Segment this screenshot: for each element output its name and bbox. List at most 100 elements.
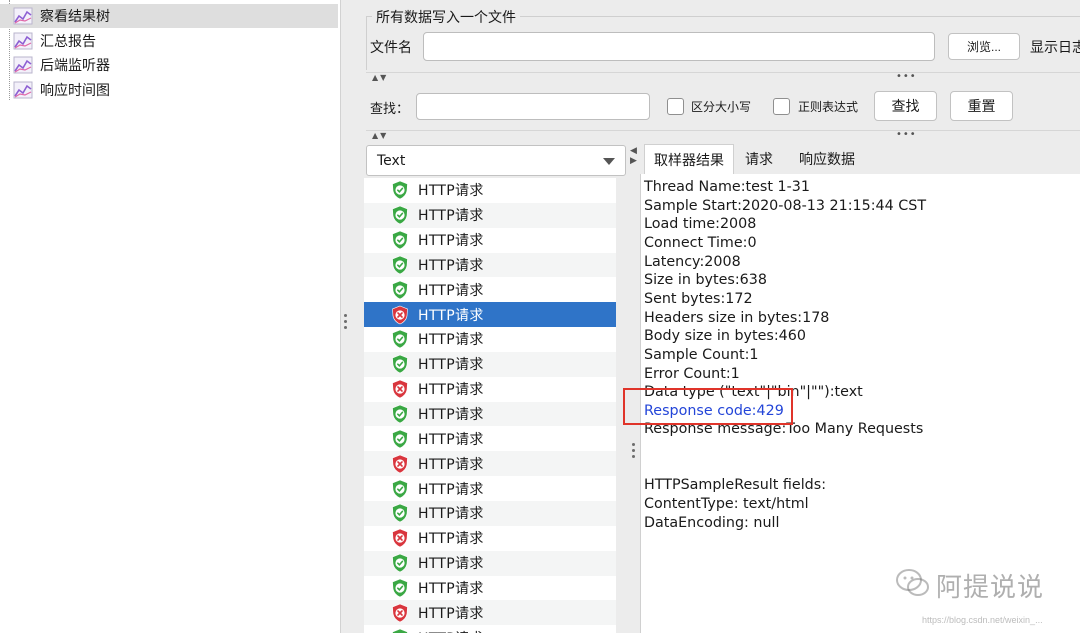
list-splitter-grip[interactable] [632,449,635,452]
success-shield-icon [390,205,410,225]
success-shield-icon [390,180,410,200]
success-shield-icon [390,553,410,573]
section-divider[interactable]: ▲▼ ••• [366,130,1080,140]
result-line: Latency:2008 [644,253,741,270]
result-line: Sent bytes:172 [644,290,753,307]
tab-0[interactable]: 取样器结果 [644,144,734,174]
tree-item[interactable]: 汇总报告 [0,29,338,53]
result-line: Connect Time:0 [644,234,757,251]
tree-item-label: 汇总报告 [40,33,96,50]
result-line: HTTPSampleResult fields: [644,477,827,494]
browse-button[interactable]: 浏览... [948,33,1020,60]
tree-item[interactable]: 响应时间图 [0,78,338,102]
split-collapse-arrows-icon[interactable]: ◀ ▶ [630,146,637,166]
wechat-logo-icon [896,569,929,596]
success-shield-icon [390,578,410,598]
list-splitter-grip[interactable] [632,443,635,446]
sample-row[interactable]: HTTP请求 [364,377,616,402]
file-section-legend: 所有数据写入一个文件 [372,7,520,27]
splitter-grip[interactable] [344,320,347,323]
sample-row[interactable]: HTTP请求 [364,202,616,228]
section-divider[interactable]: ▲▼ ••• [366,72,1080,82]
sample-row[interactable]: HTTP请求 [364,277,616,302]
splitter-grip[interactable] [344,326,347,329]
sample-name: HTTP请求 [418,183,484,200]
sample-name: HTTP请求 [418,382,484,399]
chevron-down-icon [603,158,615,165]
sample-row[interactable]: HTTP请求 [364,550,616,576]
sample-name: HTTP请求 [418,282,484,299]
success-shield-icon [390,429,410,449]
case-sensitive-checkbox[interactable] [667,98,684,115]
listener-panel: 所有数据写入一个文件 文件名 浏览... 显示日志 ▲▼ ••• 查找： 区分大… [354,0,1080,633]
sample-row[interactable]: HTTP请求 [364,526,616,551]
error-shield-icon [390,454,410,474]
case-sensitive-label: 区分大小写 [691,100,752,114]
result-line: Size in bytes:638 [644,272,767,289]
sample-name: HTTP请求 [418,257,484,274]
result-line: Body size in bytes:460 [644,328,806,345]
sample-result-list[interactable]: HTTP请求 HTTP请求 HTTP请求 HTTP请求 HTTP请求 HTTP请求 HTTP… [364,178,616,633]
find-button[interactable]: 查找 [874,91,937,121]
search-label: 查找： [370,102,410,117]
sample-row[interactable]: HTTP请求 [364,427,616,452]
regex-label: 正则表达式 [798,100,859,114]
regex-checkbox[interactable] [773,98,790,115]
success-shield-icon [390,329,410,349]
success-shield-icon [390,354,410,374]
watermark-url: https://blog.csdn.net/weixin_... [922,615,1043,625]
sample-row[interactable]: HTTP请求 [364,401,616,427]
sample-name: HTTP请求 [418,456,484,473]
success-shield-icon [390,404,410,424]
result-line: Sample Count:1 [644,346,759,363]
log-display-label[interactable]: 显示日志 [1030,37,1080,57]
tab-1[interactable]: 请求 [736,144,782,174]
collapse-arrows-icon[interactable]: ▲▼ [372,73,388,83]
result-line: Response message:Too Many Requests [644,421,924,438]
success-shield-icon [390,280,410,300]
tree-item-label: 后端监听器 [40,58,110,74]
sample-row[interactable]: HTTP请求 [364,178,616,203]
tree-item[interactable]: 察看结果树 [0,4,338,28]
drag-handle-icon[interactable]: ••• [896,130,917,140]
success-shield-icon [390,255,410,275]
response-code-line: Response code:429 [644,402,784,419]
sample-row[interactable]: HTTP请求 [364,252,616,278]
result-tabs: 取样器结果 请求 响应数据 [644,144,1080,174]
error-shield-icon [390,305,410,325]
result-line: Data type ("text"|"bin"|""):text [644,384,863,401]
renderer-select[interactable]: Text [366,145,626,176]
search-input[interactable] [416,93,650,120]
sample-row[interactable]: HTTP请求 [364,576,616,601]
result-line: Sample Start:2020-08-13 21:15:44 CST [644,197,927,214]
tree-item[interactable]: 后端监听器 [0,53,338,77]
splitter-grip[interactable] [344,314,347,317]
sample-name: HTTP请求 [418,580,484,597]
result-line: DataEncoding: null [644,514,780,531]
sample-name: HTTP请求 [418,307,484,324]
success-shield-icon [390,230,410,250]
filename-input[interactable] [423,32,935,61]
success-shield-icon [390,628,410,633]
tab-2[interactable]: 响应数据 [790,144,864,174]
collapse-arrows-icon[interactable]: ▲▼ [372,131,388,141]
sample-name: HTTP请求 [418,628,484,633]
sample-row[interactable]: HTTP请求 [364,600,616,626]
graph-icon [13,7,33,25]
sample-row[interactable]: HTTP请求 [364,476,616,501]
sample-row[interactable]: HTTP请求 [364,501,616,526]
sample-name: HTTP请求 [418,481,484,498]
sample-row[interactable]: HTTP请求 [364,451,616,477]
sample-row[interactable]: HTTP请求 [364,302,616,328]
reset-button[interactable]: 重置 [950,91,1013,121]
list-splitter-grip[interactable] [632,455,635,458]
drag-handle-icon[interactable]: ••• [896,72,917,82]
sample-name: HTTP请求 [418,431,484,448]
sample-row[interactable]: HTTP请求 [364,351,616,377]
sample-row[interactable]: HTTP请求 [364,327,616,352]
sample-row[interactable]: HTTP请求 [364,228,616,253]
sample-name: HTTP请求 [418,531,484,548]
panel-splitter[interactable] [340,0,354,633]
sample-row[interactable]: HTTP请求 [364,625,616,633]
success-shield-icon [390,503,410,523]
